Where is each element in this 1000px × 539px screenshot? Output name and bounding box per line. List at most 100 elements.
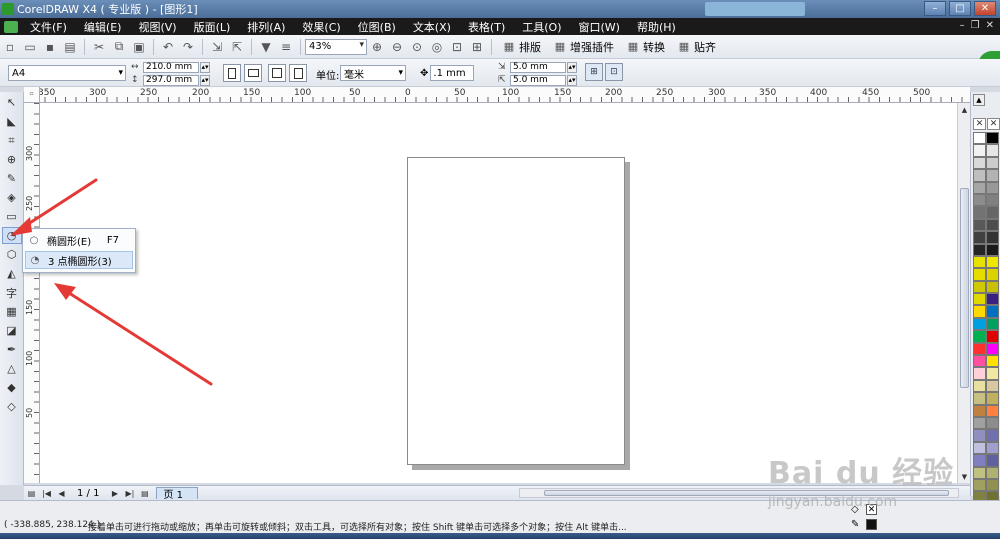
color-swatch[interactable]	[973, 441, 986, 455]
maximize-button[interactable]: □	[949, 1, 971, 16]
add-page-icon[interactable]: ▤	[138, 487, 151, 499]
menu-arrange[interactable]: 排列(A)	[241, 19, 291, 35]
color-swatch[interactable]	[986, 156, 999, 170]
doc-restore-icon[interactable]: ❐	[971, 20, 980, 31]
menu-view[interactable]: 视图(V)	[132, 19, 182, 35]
print-icon[interactable]: ▤	[61, 38, 79, 56]
color-swatch[interactable]	[986, 181, 999, 194]
undo-icon[interactable]: ↶	[159, 38, 177, 56]
zoom-level-select[interactable]: 43%	[305, 38, 367, 55]
outline-color-indicator[interactable]	[866, 519, 877, 530]
color-swatch[interactable]	[986, 404, 999, 417]
interactive-blend-tool-icon[interactable]: ◪	[2, 322, 22, 339]
color-swatch[interactable]	[973, 243, 986, 256]
copy-icon[interactable]: ⧉	[110, 38, 128, 56]
color-swatch[interactable]	[973, 193, 986, 207]
color-swatch[interactable]	[986, 317, 999, 331]
color-swatch[interactable]	[986, 169, 999, 182]
color-swatch[interactable]	[986, 218, 999, 232]
scroll-down-icon[interactable]: ▼	[959, 471, 970, 482]
interactive-fill-tool-icon[interactable]: ◇	[2, 398, 22, 415]
page-tab[interactable]: 页 1	[156, 487, 198, 501]
nudge-input[interactable]: .1 mm	[430, 65, 475, 81]
import-icon[interactable]: ⇲	[208, 38, 226, 56]
shape-tool-icon[interactable]: ◣	[2, 113, 22, 130]
color-swatch[interactable]	[986, 144, 999, 157]
color-swatch[interactable]	[986, 293, 999, 306]
menu-table[interactable]: 表格(T)	[462, 19, 511, 35]
convert-button[interactable]: ▦ 转换	[626, 39, 665, 55]
cut-icon[interactable]: ✂	[90, 38, 108, 56]
zoom-in-icon[interactable]: ⊕	[368, 38, 386, 56]
menu-effects[interactable]: 效果(C)	[296, 19, 346, 35]
flyout-item-ellipse[interactable]: ○ 椭圆形(E) F7	[25, 231, 133, 249]
eyedropper-tool-icon[interactable]: ✒	[2, 341, 22, 358]
color-swatch[interactable]	[973, 144, 986, 157]
paper-size-select[interactable]: A4	[8, 65, 126, 81]
color-swatch[interactable]	[986, 379, 999, 393]
menu-file[interactable]: 文件(F)	[24, 19, 73, 35]
document-page[interactable]	[407, 157, 625, 465]
width-spinner[interactable]: ▴▾	[200, 61, 210, 73]
color-swatch[interactable]	[973, 404, 986, 417]
color-swatch[interactable]	[973, 466, 986, 479]
color-swatch[interactable]	[973, 231, 986, 244]
color-swatch[interactable]	[986, 305, 999, 318]
color-swatch[interactable]	[986, 355, 999, 368]
fill-tool-icon[interactable]: ◆	[2, 379, 22, 396]
color-swatch[interactable]	[973, 181, 986, 194]
snap-button[interactable]: ▦ 贴齐	[677, 39, 716, 55]
zoom-all-icon[interactable]: ◎	[428, 38, 446, 56]
color-swatch[interactable]	[986, 330, 999, 343]
color-swatch[interactable]	[973, 156, 986, 170]
dup-y-spinner[interactable]: ▴▾	[567, 74, 577, 86]
zoom-page-icon[interactable]: ⊡	[448, 38, 466, 56]
color-swatch[interactable]	[986, 268, 999, 281]
zoom-width-icon[interactable]: ⊞	[468, 38, 486, 56]
layout-button[interactable]: ▦ 排版	[502, 39, 541, 55]
menu-layout[interactable]: 版面(L)	[188, 19, 237, 35]
last-page-icon[interactable]: ▶|	[123, 487, 136, 499]
export-icon[interactable]: ⇱	[228, 38, 246, 56]
paste-icon[interactable]: ▣	[130, 38, 148, 56]
height-spinner[interactable]: ▴▾	[200, 74, 210, 86]
no-fill-indicator[interactable]: ✕	[866, 504, 877, 515]
color-swatch[interactable]	[973, 429, 986, 442]
no-outline-swatch-icon[interactable]: ✕	[987, 118, 1000, 130]
open-folder-icon[interactable]: ▭	[21, 38, 39, 56]
color-swatch[interactable]	[986, 454, 999, 467]
zoom-selected-icon[interactable]: ⊙	[408, 38, 426, 56]
page-height-input[interactable]: 297.0 mm	[143, 74, 199, 86]
color-swatch[interactable]	[986, 429, 999, 442]
previous-page-icon[interactable]: ◀	[55, 487, 68, 499]
horizontal-scroll-thumb[interactable]	[544, 490, 949, 496]
crop-tool-icon[interactable]: ⌗	[2, 132, 22, 149]
polygon-tool-icon[interactable]: ⬡	[2, 246, 22, 263]
color-swatch[interactable]	[973, 454, 986, 467]
color-swatch[interactable]	[973, 367, 986, 380]
welcome-screen-icon[interactable]: ≡	[277, 38, 295, 56]
doc-close-icon[interactable]: ✕	[986, 20, 994, 31]
horizontal-ruler[interactable]: 350 300 250 200 150 100 50 0 50 100 150 …	[24, 87, 970, 103]
menu-window[interactable]: 窗口(W)	[573, 19, 626, 35]
color-swatch[interactable]	[986, 342, 999, 356]
color-swatch[interactable]	[973, 330, 986, 343]
three-point-ellipse-tool-icon[interactable]: ◔	[1, 227, 22, 244]
color-swatch[interactable]	[986, 193, 999, 207]
treat-as-filled-icon[interactable]: ⊞	[585, 63, 603, 81]
color-swatch[interactable]	[973, 416, 986, 430]
vertical-ruler[interactable]: 300 250 200 150 100 50	[24, 103, 40, 483]
document-icon[interactable]	[4, 20, 18, 33]
color-swatch[interactable]	[973, 132, 986, 145]
application-launcher-icon[interactable]: ▼	[257, 38, 275, 56]
dup-x-spinner[interactable]: ▴▾	[567, 61, 577, 73]
color-swatch[interactable]	[973, 206, 986, 219]
color-swatch[interactable]	[986, 132, 999, 145]
menu-text[interactable]: 文本(X)	[407, 19, 457, 35]
redo-icon[interactable]: ↷	[179, 38, 197, 56]
save-icon[interactable]: ▪	[41, 38, 59, 56]
color-swatch[interactable]	[986, 231, 999, 244]
color-swatch[interactable]	[986, 466, 999, 479]
color-swatch[interactable]	[986, 441, 999, 455]
color-swatch[interactable]	[986, 243, 999, 256]
